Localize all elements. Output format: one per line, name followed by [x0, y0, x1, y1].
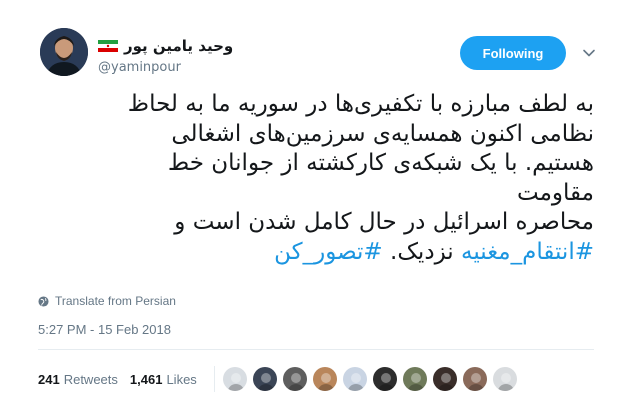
likes-label: Likes [166, 371, 197, 387]
liker-avatar-2[interactable] [252, 366, 278, 392]
liker-avatar-6[interactable] [372, 366, 398, 392]
retweets-count: 241 [38, 371, 60, 387]
tweet-timestamp[interactable]: 5:27 PM - 15 Feb 2018 [38, 322, 171, 337]
avatar-portrait-icon [433, 367, 457, 391]
tweet-inline-text: نزدیک. [382, 238, 461, 265]
avatar-portrait-icon [373, 367, 397, 391]
following-button[interactable]: Following [460, 36, 566, 70]
avatar-portrait-icon [223, 367, 247, 391]
avatar-portrait-icon [40, 28, 88, 76]
tweet-card: وحید یامین پور @yaminpour Following به ل… [0, 0, 632, 400]
tweet-line-with-hashtags: #انتقام_مغنیه نزدیک. #تصور_کن [38, 238, 594, 268]
chevron-down-icon[interactable] [582, 46, 596, 60]
liker-avatar-10[interactable] [492, 366, 518, 392]
liker-avatar-4[interactable] [312, 366, 338, 392]
avatar-portrait-icon [493, 367, 517, 391]
author-name-row: وحید یامین پور [98, 36, 233, 56]
tweet-line: به لطف مبارزه با تکفیری‌ها در سوریه ما ب… [127, 91, 594, 117]
tweet-line: محاصره اسرائیل در حال کامل شدن است و [174, 209, 594, 235]
globe-icon [38, 295, 49, 307]
author-handle[interactable]: @yaminpour [98, 60, 181, 75]
author-display-name[interactable]: وحید یامین پور [124, 37, 233, 55]
divider [38, 349, 594, 350]
hashtag-link[interactable]: #تصور_کن [274, 239, 383, 265]
likes-count: 1,461 [129, 371, 163, 387]
liker-avatar-7[interactable] [402, 366, 428, 392]
tweet-line: هستیم. با یک شبکه‌ی کارکشته از جوانان خط [167, 150, 594, 176]
author-avatar[interactable] [40, 28, 88, 76]
liker-avatar-9[interactable] [462, 366, 488, 392]
translate-link[interactable]: Translate from Persian [38, 294, 176, 308]
avatar-portrait-icon [343, 367, 367, 391]
liker-avatar-8[interactable] [432, 366, 458, 392]
retweets-stat[interactable]: 241 Retweets [38, 372, 118, 387]
retweets-label: Retweets [63, 371, 118, 387]
avatar-portrait-icon [283, 367, 307, 391]
tweet-line: نظامی اکنون همسایه‌ی سرزمین‌های اشغالی [171, 120, 594, 147]
liker-avatar-1[interactable] [222, 366, 248, 392]
avatar-portrait-icon [463, 367, 487, 391]
translate-label: Translate from Persian [55, 294, 176, 308]
tweet-stats: 241 Retweets 1,461 Likes [38, 364, 197, 394]
liker-avatars [222, 366, 518, 392]
iran-flag-icon [98, 40, 118, 52]
avatar-portrait-icon [313, 367, 337, 391]
likes-stat[interactable]: 1,461 Likes [130, 372, 197, 387]
hashtag-link[interactable]: #انتقام_مغنیه [461, 239, 594, 265]
tweet-text: به لطف مبارزه با تکفیری‌ها در سوریه ما ب… [38, 90, 594, 267]
tweet-line: مقاومت [517, 179, 594, 206]
liker-avatar-3[interactable] [282, 366, 308, 392]
liker-avatar-5[interactable] [342, 366, 368, 392]
stats-divider [214, 366, 215, 392]
avatar-portrait-icon [253, 367, 277, 391]
avatar-portrait-icon [403, 367, 427, 391]
